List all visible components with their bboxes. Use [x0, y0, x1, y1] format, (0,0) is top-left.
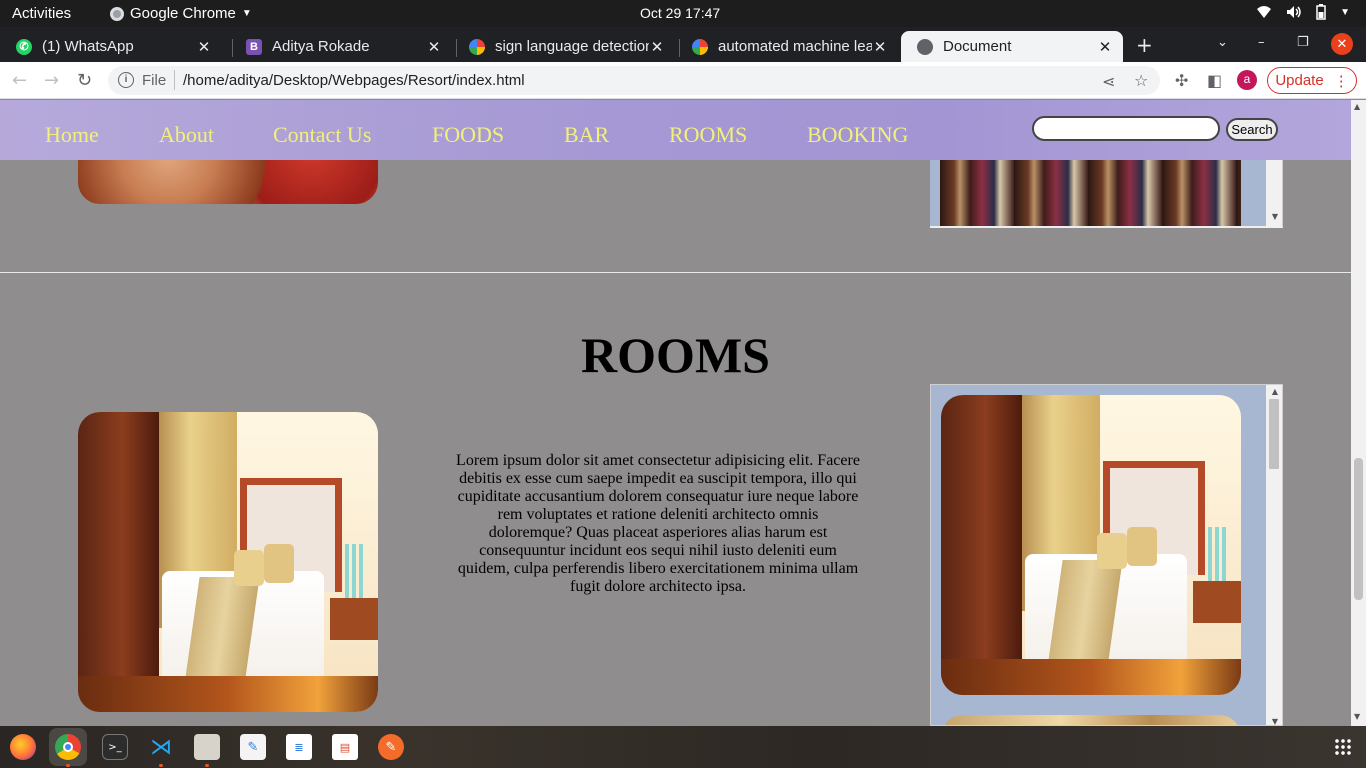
scroll-down-arrow-icon[interactable]: ▼ — [1272, 212, 1278, 221]
page-scroll-thumb[interactable] — [1354, 458, 1363, 600]
running-indicator — [66, 764, 70, 767]
site-navbar: Home About Contact Us FOODS BAR ROOMS BO… — [0, 100, 1351, 160]
close-tab-icon[interactable]: ✕ — [872, 38, 888, 56]
kebab-menu-icon: ⋮ — [1333, 72, 1349, 90]
tab-title: (1) WhatsApp — [42, 38, 134, 55]
address-bar[interactable]: i File /home/aditya/Desktop/Webpages/Res… — [108, 66, 1160, 95]
close-tab-icon[interactable]: ✕ — [649, 38, 665, 56]
wifi-icon — [1257, 6, 1272, 18]
tab-title: Aditya Rokade — [272, 38, 370, 55]
terminal-icon[interactable]: >_ — [102, 734, 128, 760]
tab-sign-language[interactable]: sign language detection ✕ — [453, 31, 675, 62]
update-button[interactable]: Update ⋮ — [1267, 67, 1357, 94]
caret-down-icon: ▼ — [1340, 6, 1350, 18]
chrome-icon[interactable] — [55, 734, 81, 760]
info-icon[interactable]: i — [118, 72, 134, 88]
page-scrollbar[interactable]: ▲ ▼ — [1351, 100, 1366, 726]
nav-home[interactable]: Home — [45, 122, 99, 148]
room-photo-gallery — [941, 395, 1241, 695]
rooms-description: Lorem ipsum dolor sit amet consectetur a… — [456, 452, 860, 595]
close-tab-icon[interactable]: ✕ — [1097, 38, 1113, 56]
google-icon — [692, 38, 708, 55]
system-top-bar: Activities Google Chrome ▼ Oct 29 17:47 … — [0, 0, 1366, 27]
tab-title: Document — [943, 38, 1012, 55]
nav-foods[interactable]: FOODS — [432, 122, 504, 148]
new-tab-icon[interactable]: + — [1136, 33, 1153, 57]
vscode-icon[interactable]: ⋊ — [148, 734, 174, 760]
nav-rooms[interactable]: ROOMS — [669, 122, 747, 148]
document-viewer-icon[interactable]: ≣ — [286, 734, 312, 760]
address-divider — [174, 70, 175, 90]
share-icon[interactable]: ⋖ — [1102, 72, 1115, 91]
tab-search-chevron-icon[interactable]: ⌄ — [1217, 35, 1228, 50]
chrome-app-icon — [110, 6, 124, 21]
scroll-down-arrow-icon[interactable]: ▼ — [1272, 717, 1278, 725]
clock[interactable]: Oct 29 17:47 — [640, 5, 720, 21]
search-button[interactable]: Search — [1226, 118, 1278, 141]
page-viewport: ▼ Home About Contact Us FOODS BAR ROOMS … — [0, 100, 1351, 726]
section-divider — [0, 272, 1351, 273]
gallery-scrollbar[interactable] — [1266, 385, 1282, 725]
minimize-icon[interactable]: – — [1258, 35, 1265, 50]
app-menu[interactable]: Google Chrome ▼ — [110, 5, 252, 22]
url-text[interactable]: /home/aditya/Desktop/Webpages/Resort/ind… — [183, 72, 525, 89]
nav-about[interactable]: About — [159, 122, 214, 148]
reload-icon[interactable]: ↻ — [77, 70, 92, 91]
back-arrow-icon[interactable]: ← — [12, 70, 27, 91]
system-tray[interactable]: ▼ — [1256, 4, 1350, 20]
restore-icon[interactable]: ❐ — [1297, 35, 1309, 50]
inkscape-icon[interactable]: ✎ — [378, 734, 404, 760]
running-indicator — [205, 764, 209, 767]
tab-aditya-rokade[interactable]: B Aditya Rokade ✕ — [230, 31, 452, 62]
battery-icon — [1316, 4, 1326, 20]
room-photo-next — [941, 715, 1241, 725]
window-close-icon[interactable]: ✕ — [1331, 33, 1353, 55]
google-icon — [469, 38, 485, 55]
running-indicator — [159, 764, 163, 767]
side-panel-icon[interactable]: ◧ — [1207, 71, 1222, 90]
volume-icon — [1287, 6, 1301, 18]
scroll-up-arrow-icon[interactable]: ▲ — [1272, 387, 1278, 396]
close-tab-icon[interactable]: ✕ — [196, 38, 212, 56]
caret-down-icon: ▼ — [241, 8, 252, 19]
gallery-scroll-thumb[interactable] — [1269, 399, 1279, 469]
activities-button[interactable]: Activities — [12, 5, 71, 22]
show-apps-grid-icon[interactable] — [1334, 738, 1352, 756]
browser-toolbar: ← → ↻ i File /home/aditya/Desktop/Webpag… — [0, 62, 1366, 99]
bootstrap-icon: B — [246, 38, 262, 55]
profile-avatar[interactable]: a — [1237, 70, 1257, 90]
globe-icon — [917, 38, 933, 55]
update-label: Update — [1275, 72, 1324, 89]
firefox-icon[interactable] — [10, 734, 36, 760]
scroll-up-arrow-icon[interactable]: ▲ — [1354, 102, 1360, 111]
extensions-puzzle-icon[interactable]: ✣ — [1175, 71, 1188, 90]
whatsapp-icon: ✆ — [16, 38, 32, 55]
spreadsheet-icon[interactable]: ▤ — [332, 734, 358, 760]
tab-whatsapp[interactable]: ✆ (1) WhatsApp ✕ — [0, 31, 222, 62]
tab-document[interactable]: Document ✕ — [901, 31, 1123, 62]
search-input[interactable] — [1032, 116, 1220, 141]
app-menu-label: Google Chrome — [130, 5, 236, 22]
tab-title: sign language detection — [495, 38, 649, 55]
nav-bar[interactable]: BAR — [564, 122, 609, 148]
tab-automated-ml[interactable]: automated machine learning ✕ — [676, 31, 898, 62]
tab-strip: ✆ (1) WhatsApp ✕ B Aditya Rokade ✕ sign … — [0, 27, 1366, 62]
files-icon[interactable] — [194, 734, 220, 760]
close-tab-icon[interactable]: ✕ — [426, 38, 442, 56]
forward-arrow-icon[interactable]: → — [44, 70, 59, 91]
scheme-label: File — [142, 72, 167, 89]
nav-contact-us[interactable]: Contact Us — [273, 122, 371, 148]
room-gallery[interactable]: ▲ ▼ — [930, 384, 1283, 726]
dock: >_ ⋊ ✎ ≣ ▤ ✎ — [0, 726, 1366, 768]
bookmark-star-icon[interactable]: ☆ — [1134, 71, 1148, 90]
rooms-heading: ROOMS — [581, 327, 770, 383]
text-editor-icon[interactable]: ✎ — [240, 734, 266, 760]
tab-title: automated machine learning — [718, 38, 872, 55]
scroll-down-arrow-icon[interactable]: ▼ — [1354, 712, 1360, 721]
room-photo-left — [78, 412, 378, 712]
nav-booking[interactable]: BOOKING — [807, 122, 908, 148]
